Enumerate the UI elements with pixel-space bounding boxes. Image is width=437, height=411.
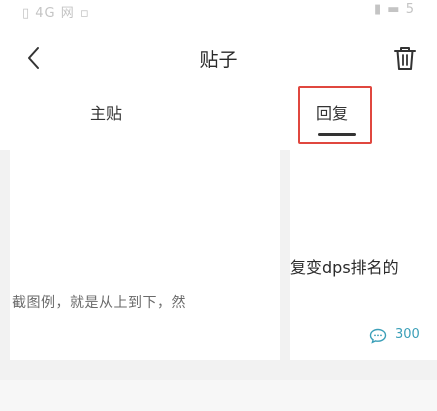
status-bar: ▯ 4G 网 ▫ ▮ ▬ 5	[0, 0, 437, 26]
header: 贴子	[0, 26, 437, 90]
tab-bar: 主贴 回复	[0, 90, 437, 150]
bottom-strip	[0, 380, 437, 411]
comment-count: 300	[395, 327, 420, 342]
post-snippet[interactable]: 截图例，就是从上到下，然	[12, 292, 186, 312]
reply-snippet[interactable]: 复变dps排名的	[290, 254, 399, 278]
page-title: 贴子	[199, 49, 238, 71]
tab-active-indicator	[318, 133, 356, 136]
trash-icon	[394, 47, 416, 70]
tab-reply[interactable]: 回复	[316, 100, 348, 124]
status-right-text: ▮ ▬ 5	[374, 2, 415, 17]
comment-bubble-icon	[369, 328, 387, 344]
post-card-left	[10, 150, 280, 360]
status-left-text: ▯ 4G 网 ▫	[22, 6, 90, 21]
screen: ▯ 4G 网 ▫ ▮ ▬ 5 贴子 主贴 回复 复变dps排名的 截图例，就是从…	[0, 0, 437, 411]
delete-button[interactable]	[387, 40, 423, 76]
tab-main-post[interactable]: 主贴	[90, 100, 122, 124]
